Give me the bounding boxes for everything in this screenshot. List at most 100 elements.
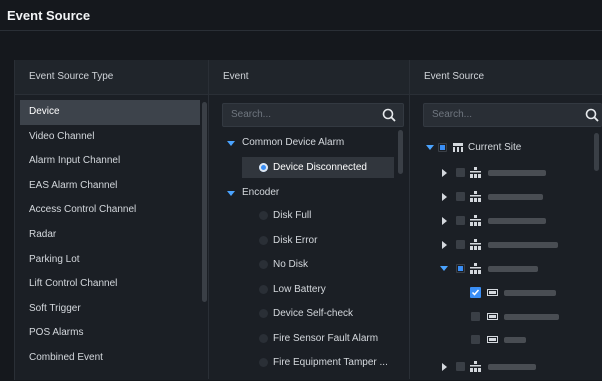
chevron-down-icon[interactable] [426, 145, 434, 150]
event-item-fire-sensor-fault-alarm[interactable]: Fire Sensor Fault Alarm [222, 333, 402, 357]
device-group-icon [470, 167, 481, 178]
device-group-icon [470, 215, 481, 226]
header-label: Event [223, 71, 249, 82]
device-group-icon [470, 239, 481, 250]
source-tree-node[interactable] [440, 165, 590, 185]
source-type-soft-trigger[interactable]: Soft Trigger [20, 297, 200, 322]
source-type-eas-alarm-channel[interactable]: EAS Alarm Channel [20, 174, 200, 199]
chevron-right-icon[interactable] [442, 363, 447, 371]
source-type-pos-alarms[interactable]: POS Alarms [20, 321, 200, 346]
redacted-label [504, 314, 559, 320]
chevron-right-icon[interactable] [442, 241, 447, 249]
radio-selected-icon[interactable] [259, 163, 268, 172]
source-type-combined-event[interactable]: Combined Event [20, 346, 200, 371]
source-tree-node[interactable] [440, 189, 590, 209]
header-event: Event [209, 60, 409, 95]
search-placeholder: Search... [432, 109, 473, 120]
radio-icon[interactable] [259, 358, 268, 367]
event-item-disk-error[interactable]: Disk Error [222, 235, 402, 259]
chevron-down-icon[interactable] [227, 191, 235, 196]
source-search-input[interactable]: Search... [423, 103, 602, 127]
radio-icon[interactable] [259, 309, 268, 318]
redacted-label [488, 364, 536, 370]
checkbox-icon[interactable] [456, 240, 465, 249]
event-item-label: Device Self-check [273, 308, 354, 319]
page-title: Event Source [7, 8, 91, 23]
event-item-no-disk[interactable]: No Disk [222, 259, 402, 283]
source-type-radar[interactable]: Radar [20, 223, 200, 248]
source-type-alarm-input-channel[interactable]: Alarm Input Channel [20, 149, 200, 174]
chevron-right-icon[interactable] [442, 217, 447, 225]
event-scrollbar[interactable] [398, 130, 403, 174]
event-item-label: Fire Equipment Tamper ... [273, 357, 388, 368]
event-item-label: Disk Error [273, 235, 318, 246]
title-divider [0, 30, 602, 31]
column-divider [208, 60, 209, 379]
search-icon[interactable] [381, 107, 397, 123]
source-type-video-channel[interactable]: Video Channel [20, 125, 200, 150]
chevron-down-icon[interactable] [440, 266, 448, 271]
radio-icon[interactable] [259, 236, 268, 245]
checkbox-checked-icon[interactable] [470, 287, 481, 298]
header-event-source: Event Source [410, 60, 602, 95]
event-group-encoder[interactable]: Encoder [222, 187, 402, 211]
source-type-lift-control-channel[interactable]: Lift Control Channel [20, 272, 200, 297]
event-item-label: Disk Full [273, 210, 312, 221]
radio-icon[interactable] [259, 334, 268, 343]
radio-icon[interactable] [259, 260, 268, 269]
checkbox-icon[interactable] [471, 312, 480, 321]
source-type-device[interactable]: Device [20, 100, 200, 125]
site-icon [453, 143, 463, 152]
checkbox-icon[interactable] [456, 192, 465, 201]
checkbox-icon[interactable] [471, 335, 480, 344]
redacted-label [488, 266, 538, 272]
chevron-right-icon[interactable] [442, 193, 447, 201]
checkbox-icon[interactable] [456, 168, 465, 177]
column-divider [409, 60, 410, 379]
source-tree-node[interactable] [440, 359, 590, 379]
source-tree-leaf[interactable] [468, 332, 588, 352]
search-icon[interactable] [584, 107, 600, 123]
source-type-access-control-channel[interactable]: Access Control Channel [20, 198, 200, 223]
header-event-source-type: Event Source Type [15, 60, 208, 95]
device-group-icon [470, 263, 481, 274]
redacted-label [488, 218, 546, 224]
event-source-scrollbar[interactable] [594, 133, 599, 171]
source-tree-root-label: Current Site [468, 142, 522, 153]
radio-icon[interactable] [259, 211, 268, 220]
event-search-input[interactable]: Search... [222, 103, 404, 127]
event-item-fire-equipment-tamper[interactable]: Fire Equipment Tamper ... [222, 357, 402, 381]
chevron-down-icon[interactable] [227, 141, 235, 146]
event-item-label: Device Disconnected [273, 162, 367, 173]
redacted-label [504, 337, 526, 343]
checkbox-icon[interactable] [456, 362, 465, 371]
device-group-icon [470, 191, 481, 202]
checkbox-partial-icon[interactable] [456, 264, 465, 273]
source-tree-leaf[interactable] [468, 309, 588, 329]
event-item-device-disconnected[interactable]: Device Disconnected [222, 162, 392, 186]
source-tree-leaf[interactable] [468, 285, 588, 305]
checkbox-icon[interactable] [456, 216, 465, 225]
redacted-label [488, 242, 558, 248]
header-label: Event Source [424, 71, 485, 82]
source-type-parking-lot[interactable]: Parking Lot [20, 248, 200, 273]
source-tree-root[interactable]: Current Site [424, 140, 584, 160]
redacted-label [504, 290, 556, 296]
header-label: Event Source Type [29, 71, 114, 82]
redacted-label [488, 194, 543, 200]
radio-icon[interactable] [259, 285, 268, 294]
source-type-scrollbar[interactable] [202, 102, 207, 302]
source-tree-node[interactable] [440, 213, 590, 233]
title-bar: Event Source [0, 0, 602, 30]
checkbox-partial-icon[interactable] [438, 143, 447, 152]
event-group-label: Encoder [242, 187, 280, 198]
chevron-right-icon[interactable] [442, 169, 447, 177]
source-tree-node-expanded[interactable] [440, 261, 590, 281]
source-tree-node[interactable] [440, 237, 590, 257]
event-group-label: Common Device Alarm [242, 137, 345, 148]
event-item-disk-full[interactable]: Disk Full [222, 210, 402, 234]
event-item-label: Fire Sensor Fault Alarm [273, 333, 379, 344]
event-item-device-self-check[interactable]: Device Self-check [222, 308, 402, 332]
event-item-low-battery[interactable]: Low Battery [222, 284, 402, 308]
event-item-label: No Disk [273, 259, 309, 270]
